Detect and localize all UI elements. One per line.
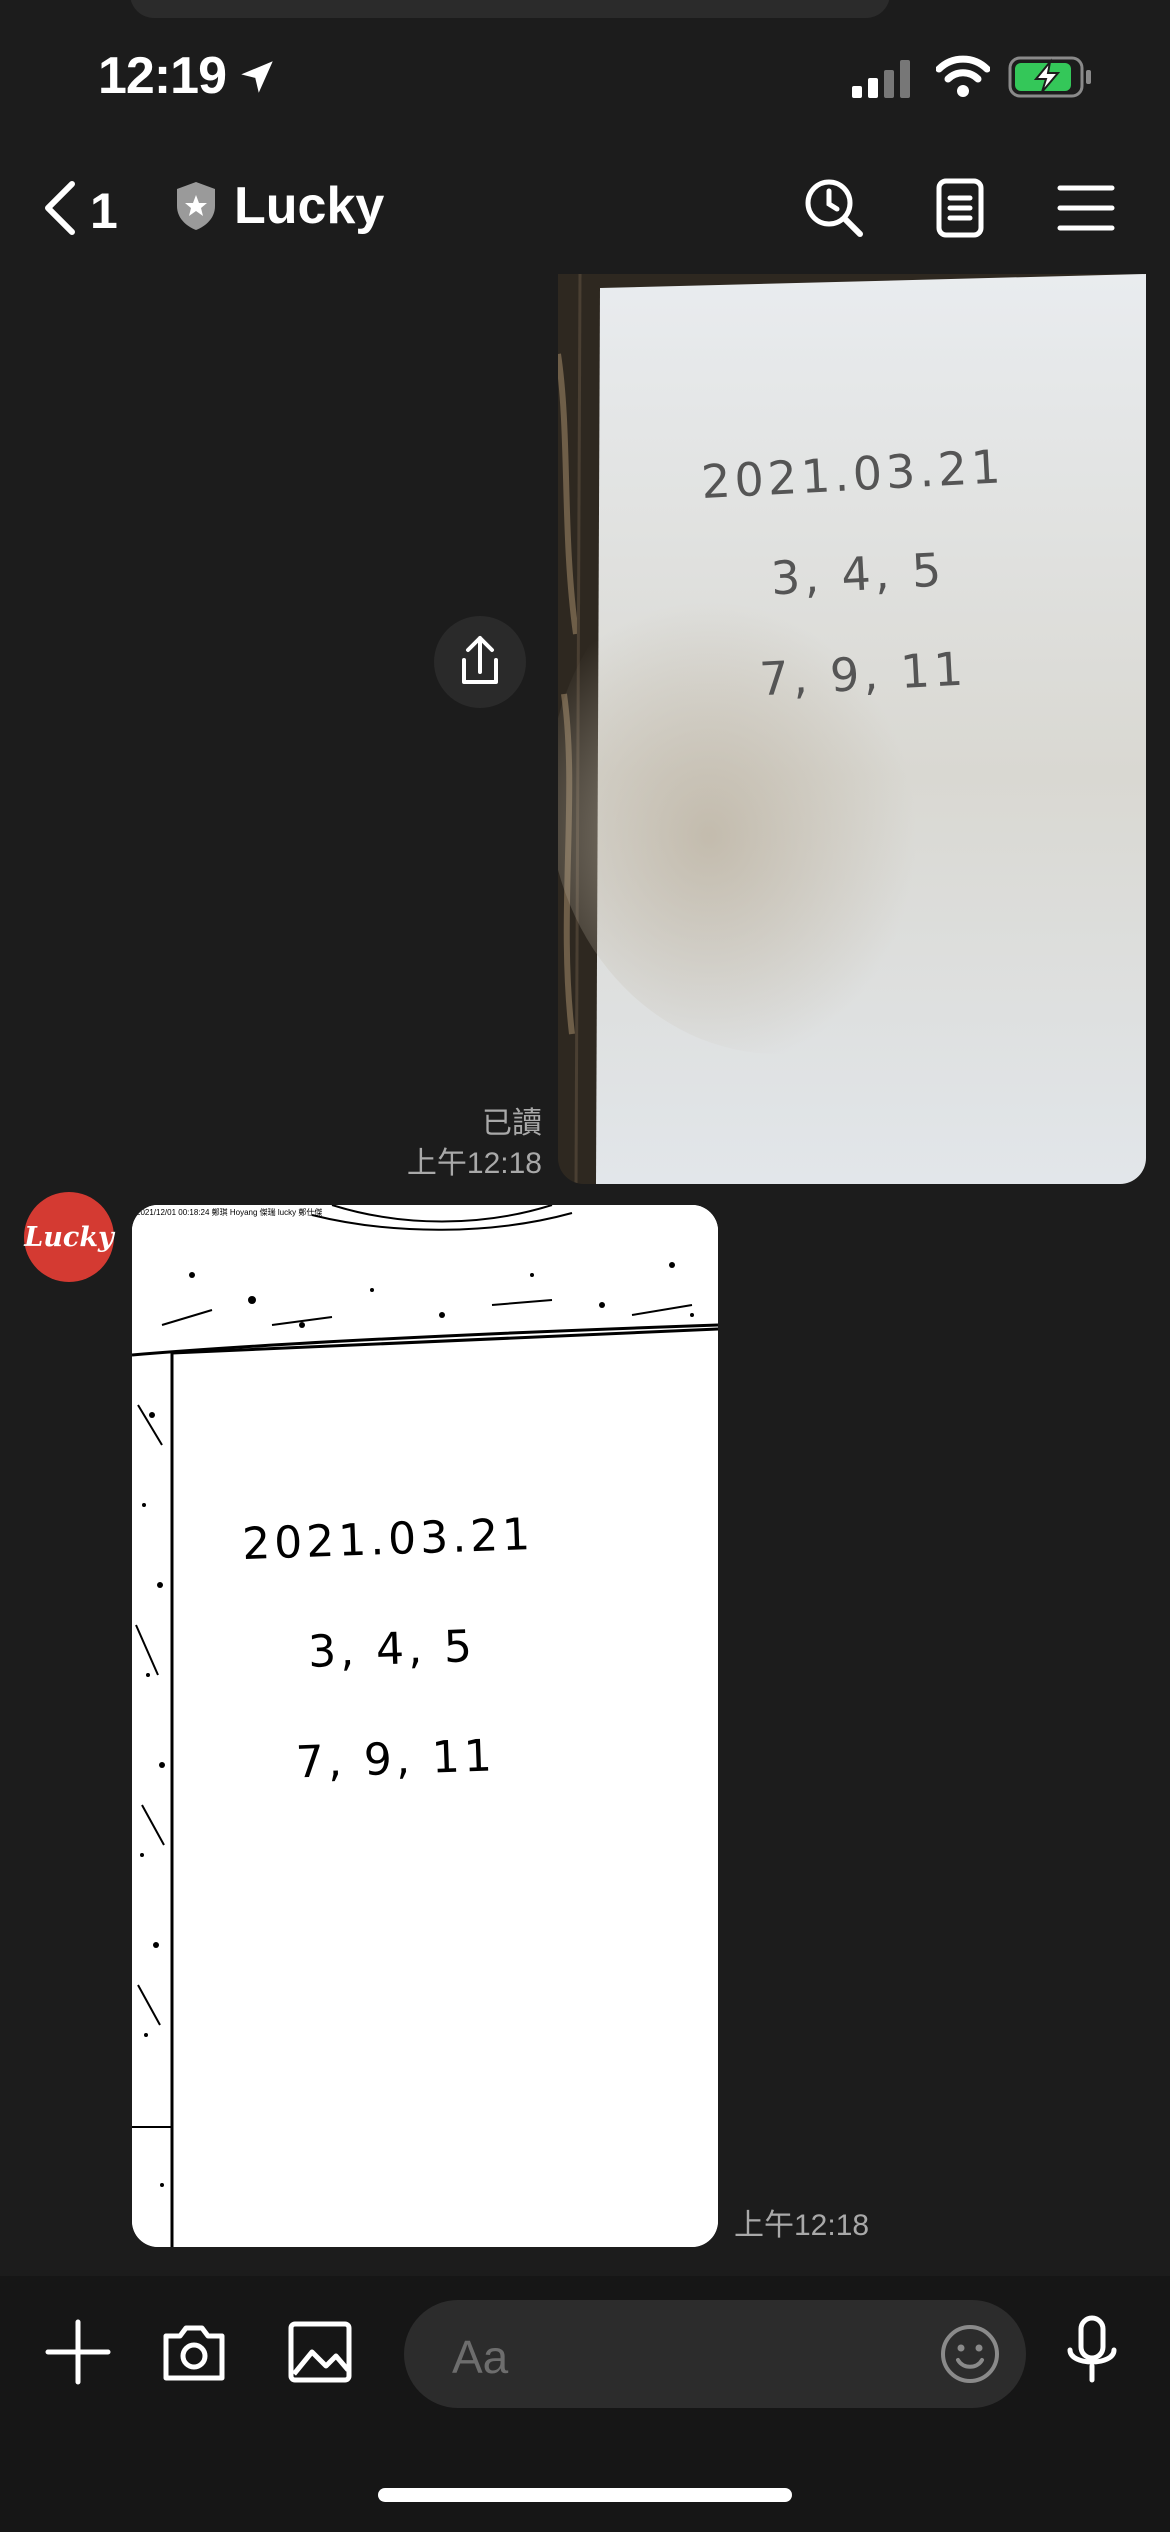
home-indicator[interactable]: [378, 2488, 792, 2502]
photo-text-line: 7, 9, 11: [295, 1730, 497, 1789]
outgoing-photo[interactable]: 2021.03.21 3, 4, 5 7, 9, 11: [558, 274, 1146, 1184]
camera-icon: [160, 2325, 228, 2390]
microphone-icon: [1062, 2315, 1122, 2394]
image-icon: [286, 2321, 354, 2390]
photo-text-line: 3, 4, 5: [307, 1621, 477, 1678]
photo-text-line: 2021.03.21: [699, 439, 1006, 510]
search-history-button[interactable]: [802, 176, 866, 240]
read-receipt: 已讀: [482, 1107, 542, 1140]
location-arrow-icon: [236, 56, 278, 103]
photo-text-line: 3, 4, 5: [769, 542, 947, 606]
message-input-placeholder: Aa: [452, 2331, 509, 2383]
status-time: 12:19: [98, 47, 227, 105]
back-chevron-icon: [40, 178, 80, 243]
menu-button[interactable]: [1054, 176, 1118, 240]
battery-charging-icon: [1008, 56, 1094, 103]
outgoing-timestamp: 上午12:18: [406, 1147, 542, 1180]
image-button[interactable]: [286, 2318, 354, 2391]
emoji-icon: [938, 2325, 1002, 2390]
search-history-icon: [802, 179, 866, 244]
shield-star-icon: [174, 180, 218, 237]
signal-icon: [852, 58, 916, 103]
unread-count: 1: [90, 182, 118, 239]
plus-icon: [44, 2319, 112, 2390]
wifi-icon: [935, 54, 991, 103]
avatar-label: Lucky: [24, 1221, 114, 1253]
share-button[interactable]: [434, 616, 526, 708]
incoming-timestamp: 上午12:18: [734, 2209, 870, 2242]
avatar[interactable]: Lucky: [24, 1192, 114, 1282]
notes-button[interactable]: [928, 176, 992, 240]
chat-title: Lucky: [234, 177, 385, 235]
emoji-button[interactable]: [938, 2322, 1002, 2391]
menu-icon: [1054, 185, 1118, 244]
share-icon: [434, 636, 526, 712]
microphone-button[interactable]: [1062, 2314, 1122, 2395]
photo-watermark: 2021/12/01 00:18:24 鄭琪 Hoyang 傑瑞 lucky 鄭…: [136, 1208, 323, 1217]
camera-button[interactable]: [160, 2318, 228, 2391]
plus-button[interactable]: [44, 2318, 112, 2391]
dynamic-island-pill: [130, 0, 890, 18]
photo-text-line: 7, 9, 11: [758, 641, 969, 707]
notes-icon: [928, 178, 992, 244]
photo-text-line: 2021.03.21: [241, 1508, 535, 1571]
back-button[interactable]: 1: [40, 178, 118, 243]
incoming-photo[interactable]: 2021/12/01 00:18:24 鄭琪 Hoyang 傑瑞 lucky 鄭…: [132, 1205, 718, 2247]
